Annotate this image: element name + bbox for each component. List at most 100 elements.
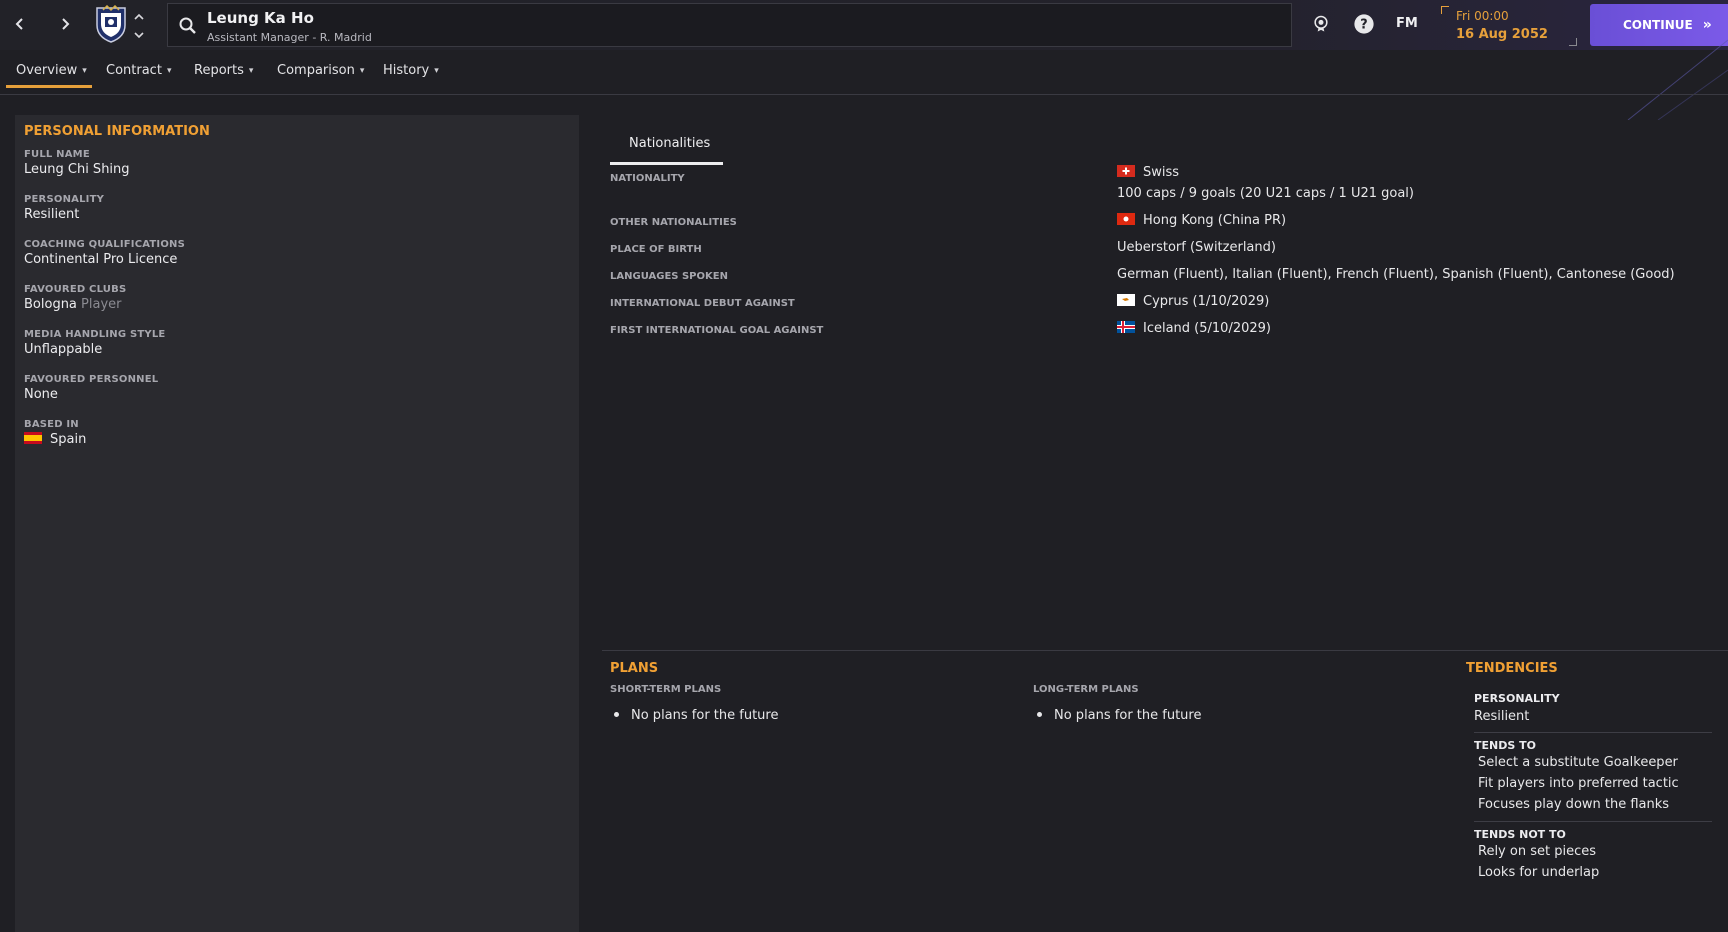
next-club-button[interactable] <box>133 26 147 40</box>
continue-label: CONTINUE <box>1623 18 1693 32</box>
plan-text: No plans for the future <box>1054 708 1202 723</box>
list-item: Fit players into preferred tactic <box>1478 776 1679 791</box>
double-chevron-right-icon: » <box>1702 17 1712 33</box>
chevron-down-icon: ▾ <box>82 66 87 76</box>
first-goal-value: Iceland (5/10/2029) <box>1117 321 1271 336</box>
field-value: Leung Chi Shing <box>24 162 130 177</box>
tendency-heading: TENDS NOT TO <box>1474 828 1566 841</box>
field-label: PERSONALITY <box>24 194 105 205</box>
tab-overview[interactable]: Overview ▾ <box>16 63 87 85</box>
tab-label: Overview <box>16 63 78 78</box>
game-time: Fri 00:00 <box>1456 9 1509 23</box>
field-label: COACHING QUALIFICATIONS <box>24 239 186 250</box>
page-title: Leung Ka Ho <box>207 9 314 27</box>
field-value: Resilient <box>24 207 80 222</box>
country-link[interactable]: Spain <box>50 432 86 447</box>
international-debut-label: INTERNATIONAL DEBUT AGAINST <box>610 298 795 309</box>
opponent-link[interactable]: Cyprus (1/10/2029) <box>1143 294 1269 309</box>
help-icon: ? <box>1354 14 1374 34</box>
first-goal-label: FIRST INTERNATIONAL GOAL AGAINST <box>610 325 824 336</box>
nationality-link[interactable]: Swiss <box>1143 165 1179 180</box>
tab-history[interactable]: History ▾ <box>383 63 439 85</box>
tab-label: Reports <box>194 63 244 78</box>
trophy-icon <box>1314 15 1328 32</box>
coaching-qualifications-field: COACHING QUALIFICATIONS Continental Pro … <box>24 239 185 267</box>
help-button[interactable]: ? <box>1352 12 1376 36</box>
favoured-clubs-field: FAVOURED CLUBS Bologna Player <box>24 284 126 312</box>
spain-flag-icon <box>24 432 42 444</box>
list-item: No plans for the future <box>1037 708 1201 723</box>
previous-club-button[interactable] <box>133 8 147 22</box>
top-bar: Leung Ka Ho Assistant Manager - R. Madri… <box>0 0 1728 50</box>
tab-label: History <box>383 63 430 78</box>
tends-not-to-heading: TENDS NOT TO <box>1474 828 1712 841</box>
chevron-right-icon <box>62 18 70 30</box>
favoured-personnel-field: FAVOURED PERSONNEL None <box>24 374 158 402</box>
place-of-birth-value: Ueberstorf (Switzerland) <box>1117 240 1276 255</box>
tendency-heading: PERSONALITY <box>1474 692 1560 705</box>
search-bar[interactable]: Leung Ka Ho Assistant Manager - R. Madri… <box>167 3 1292 47</box>
list-item: Rely on set pieces <box>1478 844 1596 859</box>
languages-label: LANGUAGES SPOKEN <box>610 271 728 282</box>
caps-record: 100 caps / 9 goals (20 U21 caps / 1 U21 … <box>1117 186 1414 201</box>
chevron-down-icon: ▾ <box>248 66 254 76</box>
section-title: PERSONAL INFORMATION <box>24 124 210 139</box>
tab-reports[interactable]: Reports ▾ <box>194 63 253 85</box>
field-label: FAVOURED CLUBS <box>24 284 127 295</box>
section-title: PLANS <box>610 661 659 676</box>
list-item: Select a substitute Goalkeeper <box>1478 755 1678 770</box>
chevron-up-icon <box>134 13 144 20</box>
corner-mark <box>1441 6 1449 14</box>
tab-label: Contract <box>106 63 162 78</box>
divider <box>1474 821 1712 822</box>
section-title: TENDENCIES <box>1466 661 1558 676</box>
tab-nationalities[interactable]: Nationalities <box>610 125 723 165</box>
full-name-field: FULL NAME Leung Chi Shing <box>24 149 130 177</box>
list-item: Looks for underlap <box>1478 865 1600 880</box>
tends-to-heading: TENDS TO <box>1474 739 1712 752</box>
languages-value: German (Fluent), Italian (Fluent), Frenc… <box>1117 267 1675 282</box>
club-role: Player <box>81 297 122 312</box>
media-handling-field: MEDIA HANDLING STYLE Unflappable <box>24 329 165 357</box>
chevron-down-icon: ▾ <box>359 66 365 76</box>
personal-information-panel: PERSONAL INFORMATION FULL NAME Leung Chi… <box>15 115 579 932</box>
tendency-value: Resilient <box>1474 709 1530 724</box>
short-term-plans-label: SHORT-TERM PLANS <box>610 684 722 695</box>
search-icon <box>179 17 196 34</box>
tendency-heading: TENDS TO <box>1474 739 1536 752</box>
continue-button[interactable]: CONTINUE » <box>1590 4 1728 46</box>
field-value: Unflappable <box>24 342 103 357</box>
chevron-down-icon <box>134 32 144 39</box>
back-button[interactable] <box>8 10 32 38</box>
place-of-birth-label: PLACE OF BIRTH <box>610 244 702 255</box>
game-date[interactable]: Fri 00:00 16 Aug 2052 <box>1441 6 1577 46</box>
switzerland-flag-icon <box>1117 165 1135 177</box>
long-term-plans-label: LONG-TERM PLANS <box>1033 684 1139 695</box>
nationality-label: NATIONALITY <box>610 173 685 184</box>
opponent-link[interactable]: Iceland (5/10/2029) <box>1143 321 1271 336</box>
forward-button[interactable] <box>53 10 77 38</box>
tab-contract[interactable]: Contract ▾ <box>106 63 171 85</box>
cyprus-flag-icon <box>1117 294 1135 306</box>
bullet-icon <box>1037 712 1042 717</box>
club-badge-icon[interactable] <box>95 5 127 43</box>
club-switcher <box>133 8 147 40</box>
chevron-down-icon: ▾ <box>434 66 439 76</box>
other-nationalities-value: Hong Kong (China PR) <box>1117 213 1286 228</box>
iceland-flag-icon <box>1117 321 1135 333</box>
nationality-value: Swiss <box>1117 165 1179 180</box>
divider <box>602 650 1728 651</box>
chevron-left-icon <box>15 18 23 30</box>
svg-text:?: ? <box>1360 18 1367 33</box>
tendency-personality: PERSONALITY Resilient <box>1474 692 1712 724</box>
club-link[interactable]: Bologna <box>24 297 77 312</box>
nationality-link[interactable]: Hong Kong (China PR) <box>1143 213 1286 228</box>
chevron-down-icon: ▾ <box>166 66 172 76</box>
list-item: No plans for the future <box>614 708 778 723</box>
other-nationalities-label: OTHER NATIONALITIES <box>610 217 737 228</box>
tab-comparison[interactable]: Comparison ▾ <box>277 63 364 85</box>
achievements-button[interactable] <box>1309 12 1333 36</box>
field-value: Continental Pro Licence <box>24 252 178 267</box>
fm-menu-button[interactable]: FM <box>1396 16 1418 31</box>
plan-text: No plans for the future <box>631 708 779 723</box>
